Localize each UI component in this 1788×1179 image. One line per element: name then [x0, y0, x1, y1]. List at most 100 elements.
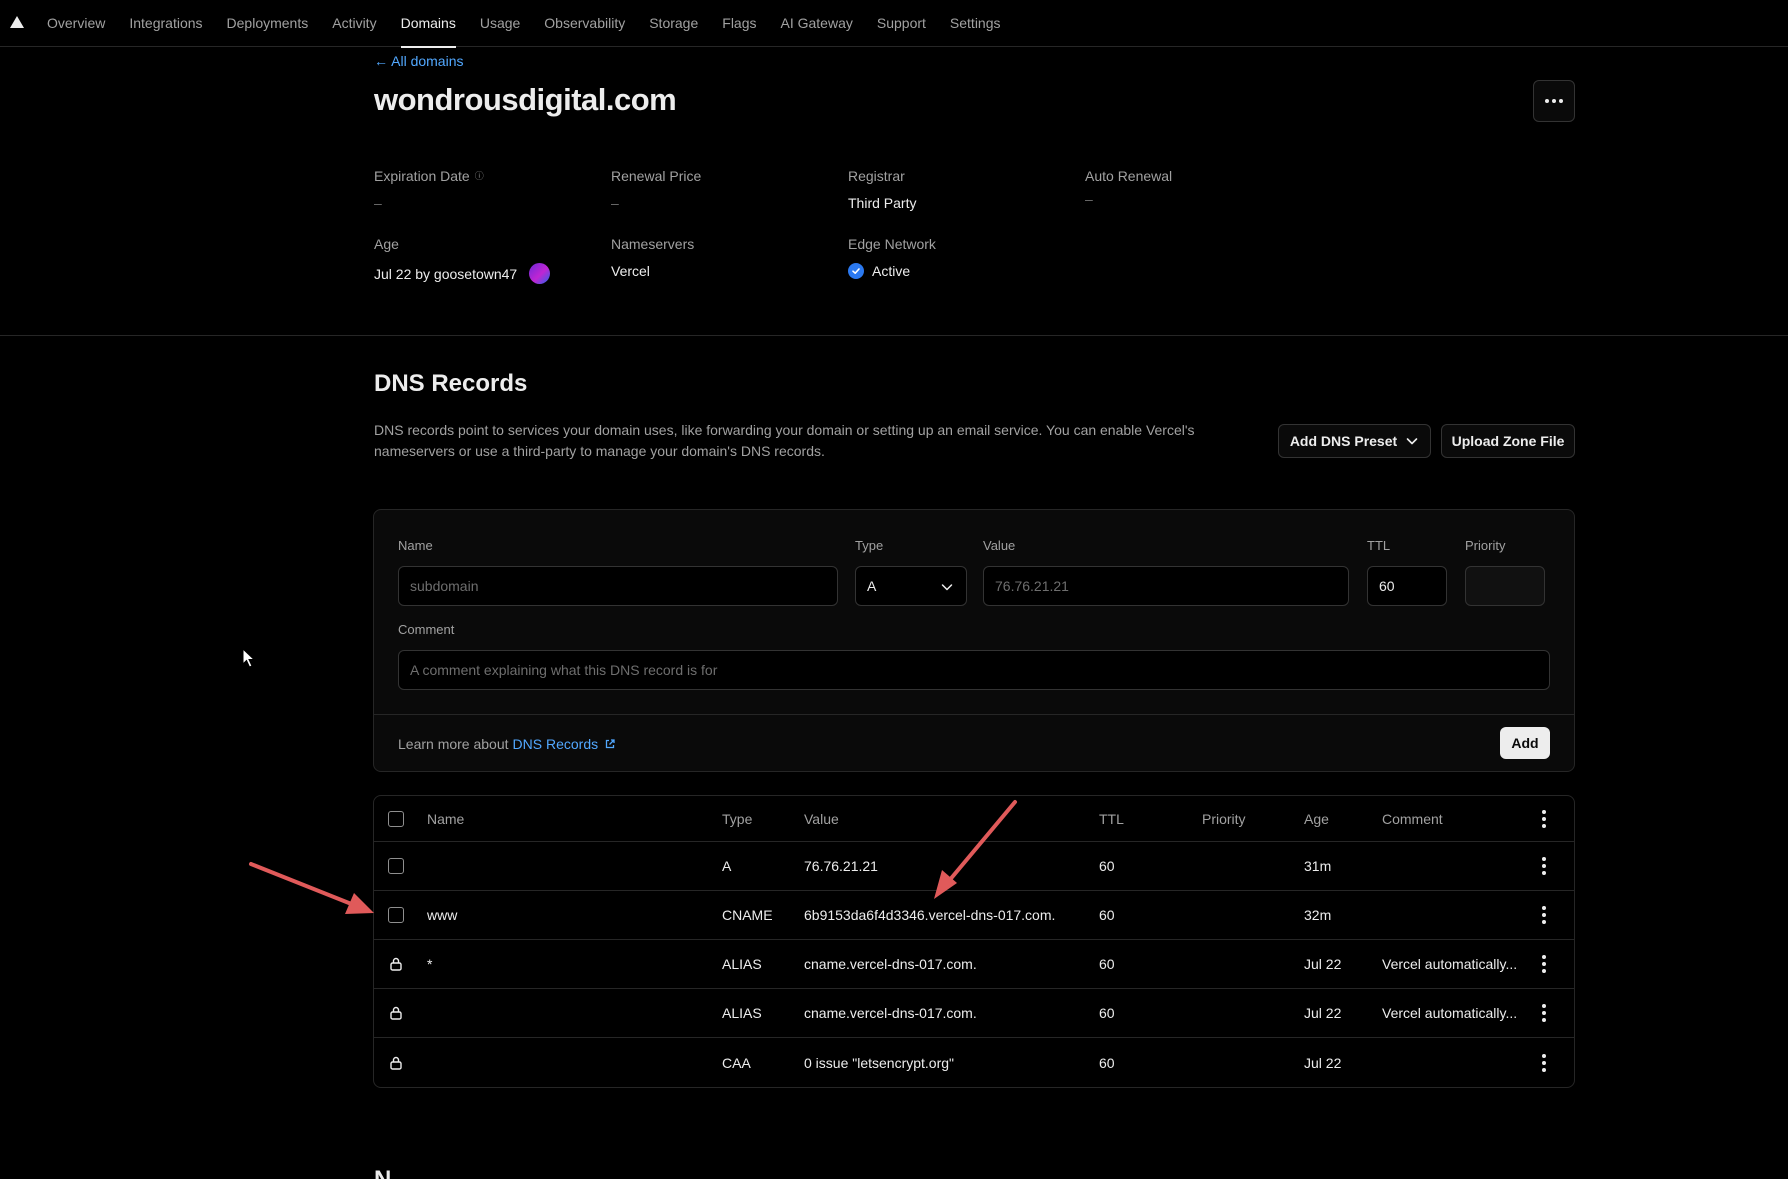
cursor-icon: [242, 648, 256, 668]
expiration-date: Expiration Date ⓘ –: [374, 168, 484, 211]
renewal-price: Renewal Price –: [611, 168, 701, 211]
add-dns-preset-button[interactable]: Add DNS Preset: [1278, 424, 1431, 458]
age-value: Jul 22 by goosetown47: [374, 265, 518, 282]
tab-storage[interactable]: Storage: [637, 0, 710, 47]
comment-label: Comment: [398, 622, 455, 637]
row-actions-icon[interactable]: [1538, 902, 1550, 928]
tab-ai-gateway[interactable]: AI Gateway: [769, 0, 865, 47]
tab-usage[interactable]: Usage: [468, 0, 532, 47]
row-actions-icon[interactable]: [1538, 1050, 1550, 1076]
form-footer: Learn more about DNS Records Add: [374, 714, 1574, 772]
cell-ttl: 60: [1099, 1054, 1115, 1071]
name-input[interactable]: subdomain: [398, 566, 838, 606]
cell-value: cname.vercel-dns-017.com.: [804, 1005, 977, 1021]
tab-support[interactable]: Support: [865, 0, 938, 47]
cell-type: A: [722, 858, 732, 874]
registrar-label: Registrar: [848, 168, 905, 184]
tab-overview[interactable]: Overview: [35, 0, 117, 47]
dns-records-table: Name Type Value TTL Priority Age Comment…: [373, 795, 1575, 1088]
cell-value: cname.vercel-dns-017.com.: [804, 956, 977, 972]
cell-ttl: 60: [1099, 956, 1115, 972]
more-horizontal-icon: [1545, 99, 1563, 103]
cell-age: 32m: [1304, 907, 1332, 923]
avatar[interactable]: [529, 263, 551, 284]
column-options-icon[interactable]: [1538, 806, 1550, 832]
column-comment: Comment: [1382, 810, 1443, 827]
cell-age: 31m: [1304, 858, 1332, 874]
table-row[interactable]: www CNAME 6b9153da6f4d3346.vercel-dns-017.…: [374, 891, 1574, 940]
cell-comment: Vercel automatically...: [1382, 956, 1518, 972]
more-actions-button[interactable]: [1533, 80, 1575, 122]
nav-tabs: Overview Integrations Deployments Activi…: [35, 0, 1013, 48]
type-label: Type: [855, 538, 884, 553]
cell-value: 0 issue "letsencrypt.org": [804, 1054, 955, 1071]
auto-renewal-label: Auto Renewal: [1085, 168, 1173, 184]
tab-activity[interactable]: Activity: [320, 0, 388, 47]
edge-network-status: Active: [872, 263, 911, 279]
age: Age Jul 22 by goosetown47: [374, 236, 551, 284]
table-row[interactable]: * ALIAS cname.vercel-dns-017.com. 60 Jul 22 V…: [374, 940, 1574, 989]
nameservers: Nameservers Vercel: [611, 236, 694, 279]
vercel-logo-icon[interactable]: [10, 16, 24, 28]
priority-input: [1465, 566, 1545, 606]
cell-ttl: 60: [1099, 907, 1115, 923]
add-record-button[interactable]: Add: [1500, 727, 1550, 759]
renewal-price-value: –: [611, 195, 619, 211]
info-icon[interactable]: ⓘ: [475, 169, 484, 182]
add-record-form: Name subdomain Type A Value 76.76.21.21 …: [373, 509, 1575, 772]
dns-records-docs-link[interactable]: DNS Records: [513, 736, 617, 752]
row-checkbox[interactable]: [388, 858, 404, 874]
cell-name: *: [427, 956, 433, 972]
table-body: A 76.76.21.21 60 31m www CNAME 6b9153da6f4d334…: [374, 842, 1574, 1087]
section-divider: [0, 335, 1788, 336]
cell-name: www: [427, 907, 458, 923]
row-actions-icon[interactable]: [1538, 1000, 1550, 1026]
priority-label: Priority: [1465, 538, 1506, 553]
table-row[interactable]: ALIAS cname.vercel-dns-017.com. 60 Jul 22 Ve…: [374, 989, 1574, 1038]
edge-network-label: Edge Network: [848, 236, 936, 252]
expiration-date-label: Expiration Date: [374, 168, 470, 184]
nameservers-value: Vercel: [611, 263, 650, 279]
dns-records-docs-label: DNS Records: [512, 736, 599, 752]
cell-ttl: 60: [1099, 858, 1115, 874]
learn-more-text: Learn more about: [398, 736, 509, 752]
table-row[interactable]: A 76.76.21.21 60 31m: [374, 842, 1574, 891]
cell-value: 76.76.21.21: [804, 858, 878, 874]
column-type: Type: [722, 810, 753, 827]
row-actions-icon[interactable]: [1538, 951, 1550, 977]
type-select[interactable]: A: [855, 566, 967, 606]
row-checkbox[interactable]: [388, 907, 404, 923]
comment-input[interactable]: A comment explaining what this DNS recor…: [398, 650, 1550, 690]
ttl-input[interactable]: 60: [1367, 566, 1447, 606]
tab-observability[interactable]: Observability: [532, 0, 637, 47]
lock-icon: [390, 1006, 402, 1020]
dns-records-description: DNS records point to services your domai…: [374, 422, 1195, 459]
check-circle-icon: [848, 263, 864, 279]
column-priority: Priority: [1202, 810, 1246, 827]
cell-type: CAA: [722, 1054, 751, 1071]
tab-domains[interactable]: Domains: [389, 0, 468, 48]
column-name: Name: [427, 810, 465, 827]
chevron-down-icon: [1406, 438, 1418, 445]
upload-zone-file-button[interactable]: Upload Zone File: [1441, 424, 1575, 458]
tab-settings[interactable]: Settings: [938, 0, 1013, 47]
table-header: Name Type Value TTL Priority Age Comment: [374, 796, 1574, 842]
cell-value: 6b9153da6f4d3346.vercel-dns-017.com.: [804, 907, 1056, 923]
value-input[interactable]: 76.76.21.21: [983, 566, 1349, 606]
auto-renewal: Auto Renewal –: [1085, 168, 1172, 207]
registrar-value: Third Party: [848, 195, 917, 211]
cell-type: ALIAS: [722, 1005, 762, 1021]
tab-deployments[interactable]: Deployments: [215, 0, 321, 47]
table-row[interactable]: CAA 0 issue "letsencrypt.org" 60 Jul 22: [374, 1038, 1574, 1087]
back-to-all-domains-link[interactable]: ← All domains: [374, 53, 463, 69]
tab-flags[interactable]: Flags: [710, 0, 768, 47]
page-title: wondrousdigital.com: [374, 82, 677, 117]
lock-icon: [390, 957, 402, 971]
select-all-checkbox[interactable]: [388, 810, 404, 827]
tab-integrations[interactable]: Integrations: [117, 0, 214, 47]
chevron-down-icon: [941, 584, 953, 591]
learn-more: Learn more about DNS Records: [398, 736, 616, 752]
row-actions-icon[interactable]: [1538, 853, 1550, 879]
type-select-value: A: [867, 578, 877, 594]
lock-icon: [390, 1056, 402, 1070]
